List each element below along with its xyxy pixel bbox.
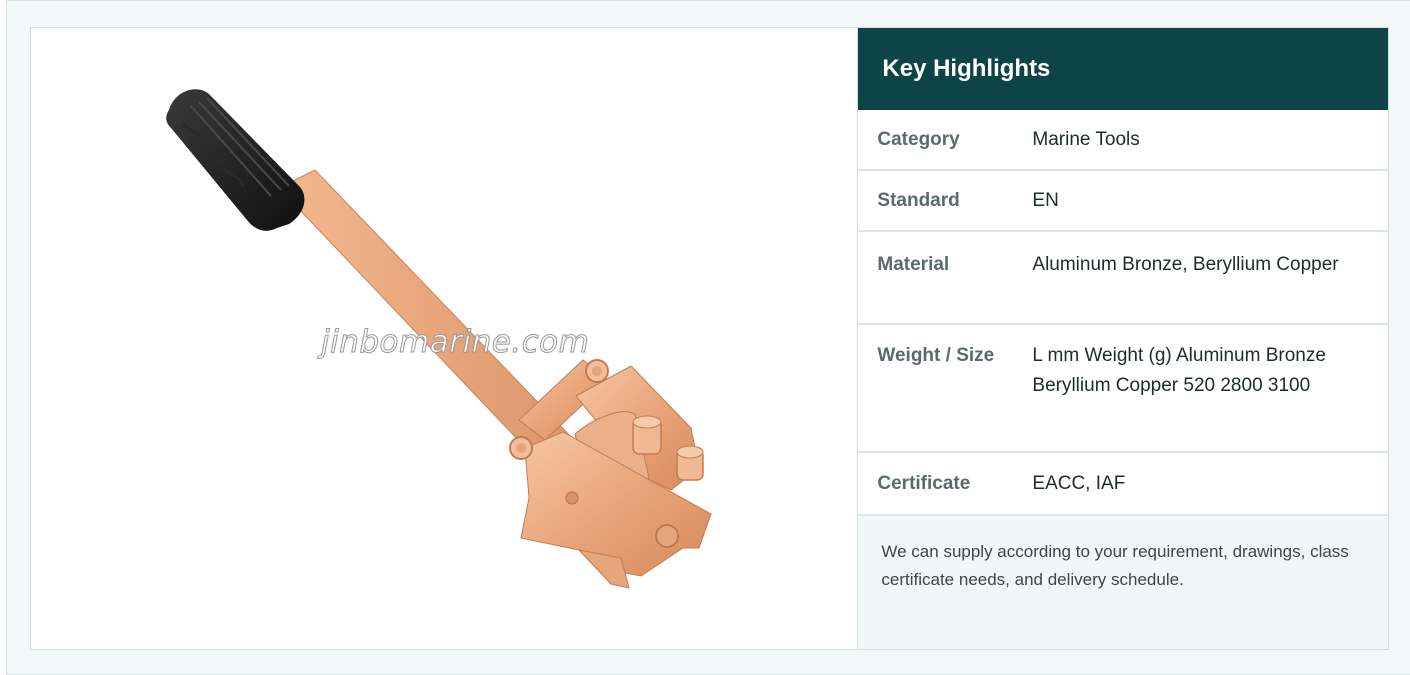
spec-row-standard: Standard EN	[858, 171, 1388, 232]
rubber-grip	[166, 89, 305, 231]
body-hole-small	[565, 491, 579, 505]
spec-row-category: Category Marine Tools	[858, 110, 1388, 171]
spec-key: Weight / Size	[877, 345, 995, 366]
spec-row-certificate: Certificate EACC, IAF	[858, 453, 1388, 516]
spec-value: Aluminum Bronze, Beryllium Copper	[1032, 254, 1339, 275]
watermark-text: jinbomarine.com	[320, 324, 590, 361]
spec-value: Marine Tools	[1032, 129, 1140, 150]
panel-title: Key Highlights	[858, 28, 1388, 110]
spec-key: Certificate	[877, 473, 971, 494]
spec-value: EN	[1032, 190, 1059, 211]
spec-key: Material	[877, 254, 950, 275]
spec-value: EACC, IAF	[1032, 473, 1126, 494]
spec-key: Category	[877, 129, 960, 150]
spec-row-material: Material Aluminum Bronze, Beryllium Copp…	[858, 232, 1388, 325]
body-hole-large	[655, 524, 679, 548]
spec-row-weight-size: Weight / Size L mm Weight (g) Aluminum B…	[858, 325, 1388, 453]
key-highlights-panel: Key Highlights Category Marine Tools Sta…	[858, 28, 1388, 649]
spec-key: Standard	[877, 190, 960, 211]
spec-value: L mm Weight (g) Aluminum Bronze Berylliu…	[1032, 345, 1326, 396]
supply-note: We can supply according to your requirem…	[858, 516, 1388, 649]
product-image: jinbomarine.com	[31, 28, 859, 649]
product-card: jinbomarine.com Key Highlights Category …	[30, 27, 1389, 650]
